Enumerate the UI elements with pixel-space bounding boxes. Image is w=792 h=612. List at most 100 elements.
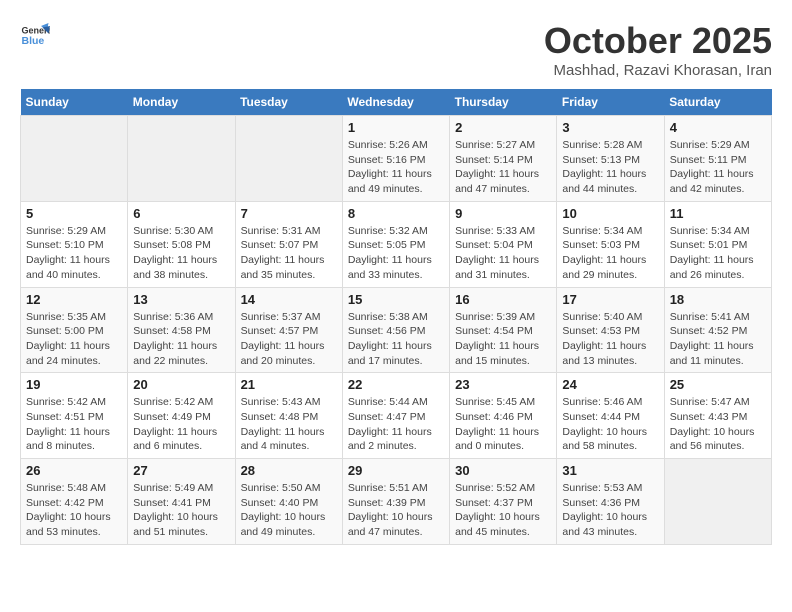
day-number: 11 bbox=[670, 206, 766, 221]
day-number: 9 bbox=[455, 206, 551, 221]
header-friday: Friday bbox=[557, 89, 664, 116]
table-row: 15Sunrise: 5:38 AM Sunset: 4:56 PM Dayli… bbox=[342, 287, 449, 373]
day-info: Sunrise: 5:27 AM Sunset: 5:14 PM Dayligh… bbox=[455, 138, 551, 197]
table-row: 26Sunrise: 5:48 AM Sunset: 4:42 PM Dayli… bbox=[21, 459, 128, 545]
table-row: 22 Sunrise: 5:44 AM Sunset: 4:47 PM Dayli… bbox=[342, 373, 449, 459]
table-row: 30 Sunrise: 5:52 AM Sunset: 4:37 PM Dayli… bbox=[450, 459, 557, 545]
calendar-subtitle: Mashhad, Razavi Khorasan, Iran bbox=[544, 62, 772, 79]
table-row: 3Sunrise: 5:28 AM Sunset: 5:13 PM Daylig… bbox=[557, 116, 664, 202]
table-row: 21Sunrise: 5:43 AM Sunset: 4:48 PM Dayli… bbox=[235, 373, 342, 459]
day-number: 4 bbox=[670, 120, 766, 135]
table-row: 31 Sunrise: 5:53 AM Sunset: 4:36 PM Dayli… bbox=[557, 459, 664, 545]
table-row: 14 Sunrise: 5:37 AM Sunset: 4:57 PM Dayli… bbox=[235, 287, 342, 373]
table-row: 11 Sunrise: 5:34 AM Sunset: 5:01 PM Dayli… bbox=[664, 201, 771, 287]
day-number: 13 bbox=[133, 292, 229, 307]
table-row: 25 Sunrise: 5:47 AM Sunset: 4:43 PM Dayli… bbox=[664, 373, 771, 459]
day-number: 27 bbox=[133, 463, 229, 478]
table-row: 12 Sunrise: 5:35 AM Sunset: 5:00 PM Dayli… bbox=[21, 287, 128, 373]
table-row: 28 Sunrise: 5:50 AM Sunset: 4:40 PM Dayli… bbox=[235, 459, 342, 545]
day-number: 23 bbox=[455, 377, 551, 392]
day-info: Sunrise: 5:36 AM Sunset: 4:58 PM Dayligh… bbox=[133, 310, 229, 369]
day-info: Sunrise: 5:34 AM Sunset: 5:03 PM Dayligh… bbox=[562, 224, 658, 283]
calendar-title: October 2025 bbox=[544, 20, 772, 62]
logo-icon: General Blue bbox=[20, 20, 50, 50]
table-row: 7 Sunrise: 5:31 AM Sunset: 5:07 PM Daylig… bbox=[235, 201, 342, 287]
table-row: 1Sunrise: 5:26 AM Sunset: 5:16 PM Daylig… bbox=[342, 116, 449, 202]
day-info: Sunrise: 5:48 AM Sunset: 4:42 PM Dayligh… bbox=[26, 481, 122, 540]
day-info: Sunrise: 5:53 AM Sunset: 4:36 PM Dayligh… bbox=[562, 481, 658, 540]
title-block: October 2025 Mashhad, Razavi Khorasan, I… bbox=[544, 20, 772, 79]
day-info: Sunrise: 5:52 AM Sunset: 4:37 PM Dayligh… bbox=[455, 481, 551, 540]
day-info: Sunrise: 5:50 AM Sunset: 4:40 PM Dayligh… bbox=[241, 481, 337, 540]
table-row: 5 Sunrise: 5:29 AM Sunset: 5:10 PM Daylig… bbox=[21, 201, 128, 287]
day-info: Sunrise: 5:47 AM Sunset: 4:43 PM Dayligh… bbox=[670, 395, 766, 454]
page-header: General Blue October 2025 Mashhad, Razav… bbox=[20, 20, 772, 79]
day-info: Sunrise: 5:29 AM Sunset: 5:11 PM Dayligh… bbox=[670, 138, 766, 197]
table-row: 29 Sunrise: 5:51 AM Sunset: 4:39 PM Dayli… bbox=[342, 459, 449, 545]
day-info: Sunrise: 5:49 AM Sunset: 4:41 PM Dayligh… bbox=[133, 481, 229, 540]
table-row: 2 Sunrise: 5:27 AM Sunset: 5:14 PM Daylig… bbox=[450, 116, 557, 202]
calendar-week-row: 5 Sunrise: 5:29 AM Sunset: 5:10 PM Daylig… bbox=[21, 201, 772, 287]
day-number: 28 bbox=[241, 463, 337, 478]
day-number: 22 bbox=[348, 377, 444, 392]
day-info: Sunrise: 5:32 AM Sunset: 5:05 PM Dayligh… bbox=[348, 224, 444, 283]
calendar-week-row: 19Sunrise: 5:42 AM Sunset: 4:51 PM Dayli… bbox=[21, 373, 772, 459]
day-number: 16 bbox=[455, 292, 551, 307]
header-saturday: Saturday bbox=[664, 89, 771, 116]
svg-text:Blue: Blue bbox=[22, 35, 45, 47]
day-number: 17 bbox=[562, 292, 658, 307]
table-row: 18 Sunrise: 5:41 AM Sunset: 4:52 PM Dayli… bbox=[664, 287, 771, 373]
day-number: 8 bbox=[348, 206, 444, 221]
table-row bbox=[235, 116, 342, 202]
day-number: 14 bbox=[241, 292, 337, 307]
calendar-table: Sunday Monday Tuesday Wednesday Thursday… bbox=[20, 89, 772, 545]
day-info: Sunrise: 5:34 AM Sunset: 5:01 PM Dayligh… bbox=[670, 224, 766, 283]
table-row: 19Sunrise: 5:42 AM Sunset: 4:51 PM Dayli… bbox=[21, 373, 128, 459]
day-number: 18 bbox=[670, 292, 766, 307]
weekday-header-row: Sunday Monday Tuesday Wednesday Thursday… bbox=[21, 89, 772, 116]
day-number: 2 bbox=[455, 120, 551, 135]
day-info: Sunrise: 5:29 AM Sunset: 5:10 PM Dayligh… bbox=[26, 224, 122, 283]
header-sunday: Sunday bbox=[21, 89, 128, 116]
table-row: 27 Sunrise: 5:49 AM Sunset: 4:41 PM Dayli… bbox=[128, 459, 235, 545]
day-info: Sunrise: 5:39 AM Sunset: 4:54 PM Dayligh… bbox=[455, 310, 551, 369]
day-number: 31 bbox=[562, 463, 658, 478]
day-info: Sunrise: 5:44 AM Sunset: 4:47 PM Dayligh… bbox=[348, 395, 444, 454]
table-row: 17Sunrise: 5:40 AM Sunset: 4:53 PM Dayli… bbox=[557, 287, 664, 373]
table-row: 20Sunrise: 5:42 AM Sunset: 4:49 PM Dayli… bbox=[128, 373, 235, 459]
day-info: Sunrise: 5:41 AM Sunset: 4:52 PM Dayligh… bbox=[670, 310, 766, 369]
day-number: 29 bbox=[348, 463, 444, 478]
day-number: 21 bbox=[241, 377, 337, 392]
header-wednesday: Wednesday bbox=[342, 89, 449, 116]
table-row: 24 Sunrise: 5:46 AM Sunset: 4:44 PM Dayli… bbox=[557, 373, 664, 459]
day-info: Sunrise: 5:31 AM Sunset: 5:07 PM Dayligh… bbox=[241, 224, 337, 283]
day-info: Sunrise: 5:28 AM Sunset: 5:13 PM Dayligh… bbox=[562, 138, 658, 197]
day-number: 7 bbox=[241, 206, 337, 221]
logo: General Blue bbox=[20, 20, 50, 50]
day-info: Sunrise: 5:46 AM Sunset: 4:44 PM Dayligh… bbox=[562, 395, 658, 454]
day-number: 30 bbox=[455, 463, 551, 478]
day-number: 24 bbox=[562, 377, 658, 392]
table-row bbox=[21, 116, 128, 202]
calendar-week-row: 12 Sunrise: 5:35 AM Sunset: 5:00 PM Dayli… bbox=[21, 287, 772, 373]
day-number: 10 bbox=[562, 206, 658, 221]
table-row: 8 Sunrise: 5:32 AM Sunset: 5:05 PM Daylig… bbox=[342, 201, 449, 287]
day-number: 5 bbox=[26, 206, 122, 221]
day-number: 25 bbox=[670, 377, 766, 392]
table-row: 13 Sunrise: 5:36 AM Sunset: 4:58 PM Dayli… bbox=[128, 287, 235, 373]
table-row bbox=[664, 459, 771, 545]
day-info: Sunrise: 5:38 AM Sunset: 4:56 PM Dayligh… bbox=[348, 310, 444, 369]
header-thursday: Thursday bbox=[450, 89, 557, 116]
table-row: 6Sunrise: 5:30 AM Sunset: 5:08 PM Daylig… bbox=[128, 201, 235, 287]
day-number: 6 bbox=[133, 206, 229, 221]
day-number: 12 bbox=[26, 292, 122, 307]
day-info: Sunrise: 5:33 AM Sunset: 5:04 PM Dayligh… bbox=[455, 224, 551, 283]
day-info: Sunrise: 5:51 AM Sunset: 4:39 PM Dayligh… bbox=[348, 481, 444, 540]
day-info: Sunrise: 5:26 AM Sunset: 5:16 PM Dayligh… bbox=[348, 138, 444, 197]
table-row bbox=[128, 116, 235, 202]
calendar-week-row: 1Sunrise: 5:26 AM Sunset: 5:16 PM Daylig… bbox=[21, 116, 772, 202]
day-number: 19 bbox=[26, 377, 122, 392]
day-info: Sunrise: 5:35 AM Sunset: 5:00 PM Dayligh… bbox=[26, 310, 122, 369]
day-info: Sunrise: 5:42 AM Sunset: 4:49 PM Dayligh… bbox=[133, 395, 229, 454]
day-info: Sunrise: 5:37 AM Sunset: 4:57 PM Dayligh… bbox=[241, 310, 337, 369]
